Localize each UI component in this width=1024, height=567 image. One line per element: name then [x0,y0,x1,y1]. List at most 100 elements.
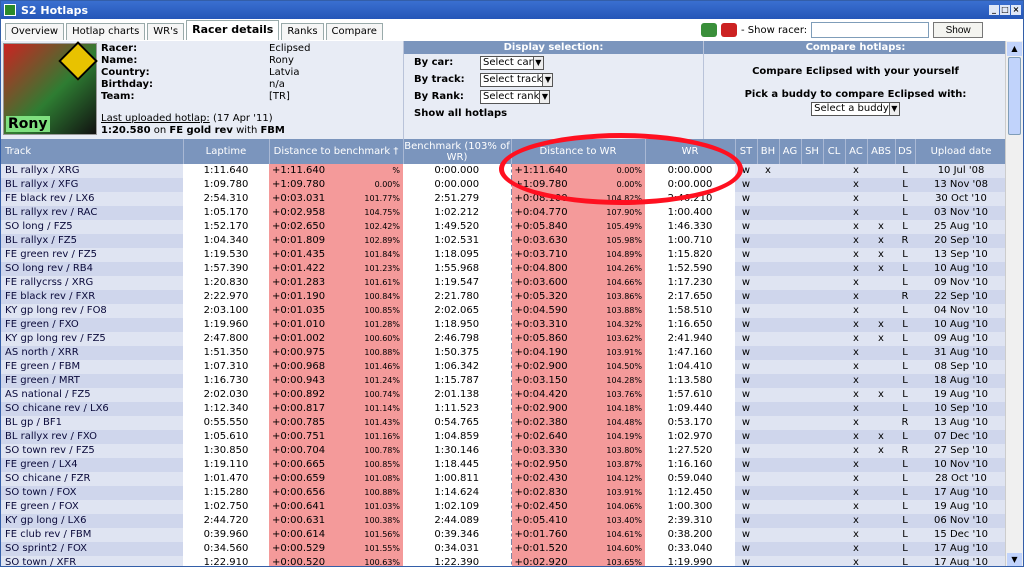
scrollbar-thumb[interactable] [1008,57,1021,135]
table-row[interactable]: FE black rev / FXR 2:22.970 +0:01.190 100.8… [1,290,1007,304]
track-select[interactable]: Select track ▼ [480,72,554,87]
cell-abs [867,402,895,416]
racer-icon[interactable] [701,23,717,37]
col-abs[interactable]: ABS [867,139,896,164]
tab-hotlap-charts[interactable]: Hotlap charts [66,23,146,40]
rank-select[interactable]: Select rank ▼ [480,89,551,104]
col-bh[interactable]: BH [757,139,780,164]
cell-ds: L [895,276,915,290]
last-uploaded-link[interactable]: Last uploaded hotlap: [101,113,210,124]
table-row[interactable]: FE green / MRT 1:16.730 +0:00.943 101.24% 1:… [1,374,1007,388]
table-row[interactable]: AS national / FZ5 2:02.030 +0:00.892 100.74… [1,388,1007,402]
table-row[interactable]: FE green rev / FZ5 1:19.530 +0:01.435 101.8… [1,248,1007,262]
show-racer-input[interactable] [811,22,930,38]
cell-bm: 0:00.000 [403,164,511,178]
buddy-select[interactable]: Select a buddy ▼ [811,102,900,116]
cell-st: w [735,528,757,542]
tab-overview[interactable]: Overview [5,23,65,40]
cell-dwr: +0:02.450 [510,500,595,514]
table-row[interactable]: BL rallyx / XRG 1:11.640 +1:11.640% 0:00.00… [1,164,1007,178]
cell-bh [757,178,779,192]
table-row[interactable]: FE green / FOX 1:02.750 +0:00.641 101.03% 1:… [1,500,1007,514]
table-row[interactable]: SO chicane / FZR 1:01.470 +0:00.659 101.08%… [1,472,1007,486]
table-row[interactable]: FE club rev / FBM 0:39.960 +0:00.614 101.56… [1,528,1007,542]
scroll-up-icon[interactable]: ▲ [1007,42,1022,56]
vertical-scrollbar[interactable]: ▲ ▼ [1005,41,1023,566]
cell-ds: R [895,234,915,248]
table-row[interactable]: SO chicane rev / LX6 1:12.340 +0:00.817 101… [1,402,1007,416]
table-row[interactable]: FE green / FXO 1:19.960 +0:01.010 101.28% 1:… [1,318,1007,332]
cell-empty [801,290,823,304]
col-benchmark[interactable]: Benchmark (103% of WR) [403,139,512,164]
cell-empty [823,528,845,542]
tab-ranks[interactable]: Ranks [281,23,324,40]
minimize-button[interactable]: _ [989,5,999,15]
cell-dbm: +0:01.435 [269,248,353,262]
cell-bm: 1:22.390 [403,556,511,566]
rank-select-value: Select rank [483,90,540,102]
col-distance-benchmark[interactable]: Distance to benchmark † [268,139,404,164]
scroll-down-icon[interactable]: ▼ [1007,553,1022,566]
table-row[interactable]: KY gp long rev / FO8 2:03.100 +0:01.035 100… [1,304,1007,318]
cell-pbm: 101.43% [353,416,403,430]
helmet-icon[interactable] [721,23,737,37]
tab-wrs[interactable]: WR's [147,23,185,40]
cell-lap: 1:05.170 [183,206,269,220]
close-button[interactable]: × [1011,5,1021,15]
cell-wr: 1:00.400 [645,206,735,220]
table-row[interactable]: FE black rev / LX6 2:54.310 +0:03.031 101.7… [1,192,1007,206]
table-row[interactable]: FE green / LX4 1:19.110 +0:00.665 100.85% 1:… [1,458,1007,472]
maximize-button[interactable]: □ [1000,5,1010,15]
col-distance-wr[interactable]: Distance to WR [510,139,646,164]
cell-lap: 2:02.030 [183,388,269,402]
table-row[interactable]: FE green / FBM 1:07.310 +0:00.968 101.46% 1:… [1,360,1007,374]
cell-wr: 1:00.710 [645,234,735,248]
table-row[interactable]: BL gp / BF1 0:55.550 +0:00.785 101.43% 0:54.… [1,416,1007,430]
col-upload-date[interactable]: Upload date [915,139,1007,164]
cell-dwr: +0:08.100 [510,192,595,206]
table-row[interactable]: BL rallyx / XFG 1:09.780 +1:09.780 0.00% 0:0… [1,178,1007,192]
cell-st: w [735,444,757,458]
cell-ac: x [845,290,867,304]
table-row[interactable]: SO town / XFR 1:22.910 +0:00.520 100.63% 1:2… [1,556,1007,566]
car-select[interactable]: Select car ▼ [480,55,544,70]
cell-dbm: +0:01.283 [269,276,353,290]
show-all-hotlaps-link[interactable]: Show all hotlaps [414,108,507,119]
table-row[interactable]: BL rallyx rev / FXO 1:05.610 +0:00.751 101.… [1,430,1007,444]
cell-ac: x [845,458,867,472]
col-laptime[interactable]: Laptime [183,139,270,164]
table-row[interactable]: SO town rev / FZ5 1:30.850 +0:00.704 100.78… [1,444,1007,458]
col-ac[interactable]: AC [845,139,868,164]
cell-ac: x [845,486,867,500]
cell-track: BL rallyx / FZ5 [1,234,183,248]
cell-track: BL rallyx rev / RAC [1,206,183,220]
col-wr[interactable]: WR [645,139,736,164]
table-row[interactable]: KY gp long / LX6 2:44.720 +0:00.631 100.38%… [1,514,1007,528]
table-row[interactable]: SO town / FOX 1:15.280 +0:00.656 100.88% 1:1… [1,486,1007,500]
col-sh[interactable]: SH [801,139,824,164]
cell-up: 09 Nov '10 [915,276,1007,290]
table-row[interactable]: SO sprint2 / FOX 0:34.560 +0:00.529 101.55%… [1,542,1007,556]
col-ag[interactable]: AG [779,139,802,164]
table-row[interactable]: BL rallyx / FZ5 1:04.340 +0:01.809 102.89% 1… [1,234,1007,248]
table-row[interactable]: AS north / XRR 1:51.350 +0:00.975 100.88% 1:… [1,346,1007,360]
table-row[interactable]: KY gp long rev / FZ5 2:47.800 +0:01.002 100… [1,332,1007,346]
tab-compare[interactable]: Compare [325,23,383,40]
show-racer-button[interactable]: Show [933,22,984,38]
cell-lap: 1:57.390 [183,262,269,276]
cell-dwr: +1:11.640 [510,164,595,178]
cell-pbm: % [353,164,403,178]
cell-wr: 1:16.160 [645,458,735,472]
racer-key: Racer: [101,43,138,54]
cell-bm: 1:50.375 [403,346,511,360]
col-track[interactable]: Track [1,139,184,164]
table-row[interactable]: FE rallycrss / XRG 1:20.830 +0:01.283 101.6… [1,276,1007,290]
table-row[interactable]: BL rallyx rev / RAC 1:05.170 +0:02.958 104.… [1,206,1007,220]
table-row[interactable]: SO long rev / RB4 1:57.390 +0:01.422 101.23… [1,262,1007,276]
table-row[interactable]: SO long / FZ5 1:52.170 +0:02.650 102.42% 1:4… [1,220,1007,234]
compare-self-link[interactable]: Compare Eclipsed with your yourself [704,66,1007,77]
tab-racer-details[interactable]: Racer details [186,20,280,40]
col-st[interactable]: ST [735,139,758,164]
col-ds[interactable]: DS [895,139,916,164]
col-cl[interactable]: CL [823,139,846,164]
